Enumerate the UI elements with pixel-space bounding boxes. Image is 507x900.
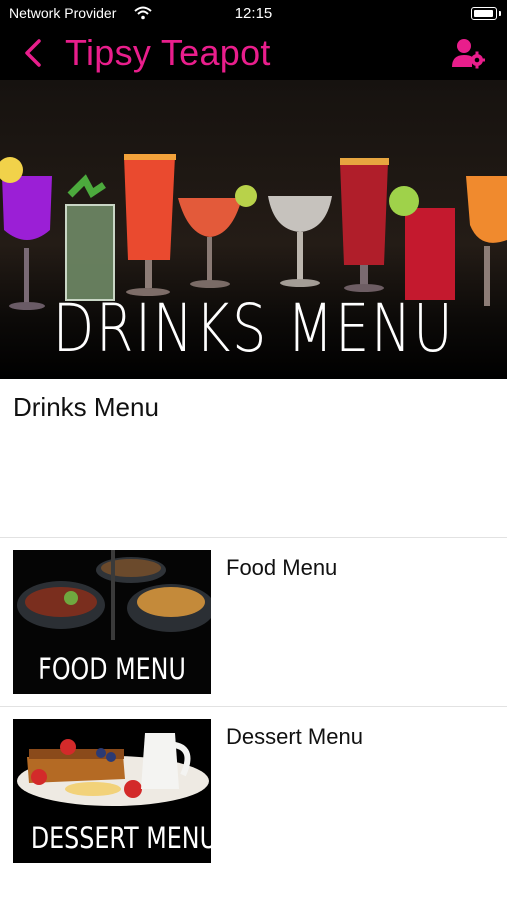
chevron-left-icon[interactable]: [20, 35, 46, 71]
dessert-thumbnail-caption: DESSERT MENU: [30, 821, 211, 855]
status-time: 12:15: [234, 5, 273, 22]
drinks-hero-banner[interactable]: DRINKS MENU: [0, 80, 507, 379]
nav-bar: Tipsy Teapot: [0, 28, 507, 80]
food-menu-label: Food Menu: [226, 555, 338, 580]
battery-icon: [471, 7, 501, 20]
dessert-menu-thumbnail: DESSERT MENU: [13, 719, 211, 863]
food-menu-thumbnail: FOOD MENU: [13, 550, 211, 694]
app-header: Network Provider 12:15 Tipsy Teapot: [0, 0, 507, 80]
page-title: Tipsy Teapot: [65, 32, 271, 73]
section-title: Drinks Menu: [13, 392, 159, 422]
food-thumbnail-caption: FOOD MENU: [38, 652, 186, 686]
list-item-food-menu[interactable]: FOOD MENU Food Menu: [0, 538, 507, 706]
dessert-menu-label: Dessert Menu: [226, 724, 363, 749]
user-settings-icon[interactable]: [451, 37, 485, 69]
list-item-dessert-menu[interactable]: DESSERT MENU Dessert Menu: [0, 707, 507, 875]
status-bar: Network Provider 12:15: [0, 0, 507, 28]
hero-caption: DRINKS MENU: [52, 290, 455, 367]
